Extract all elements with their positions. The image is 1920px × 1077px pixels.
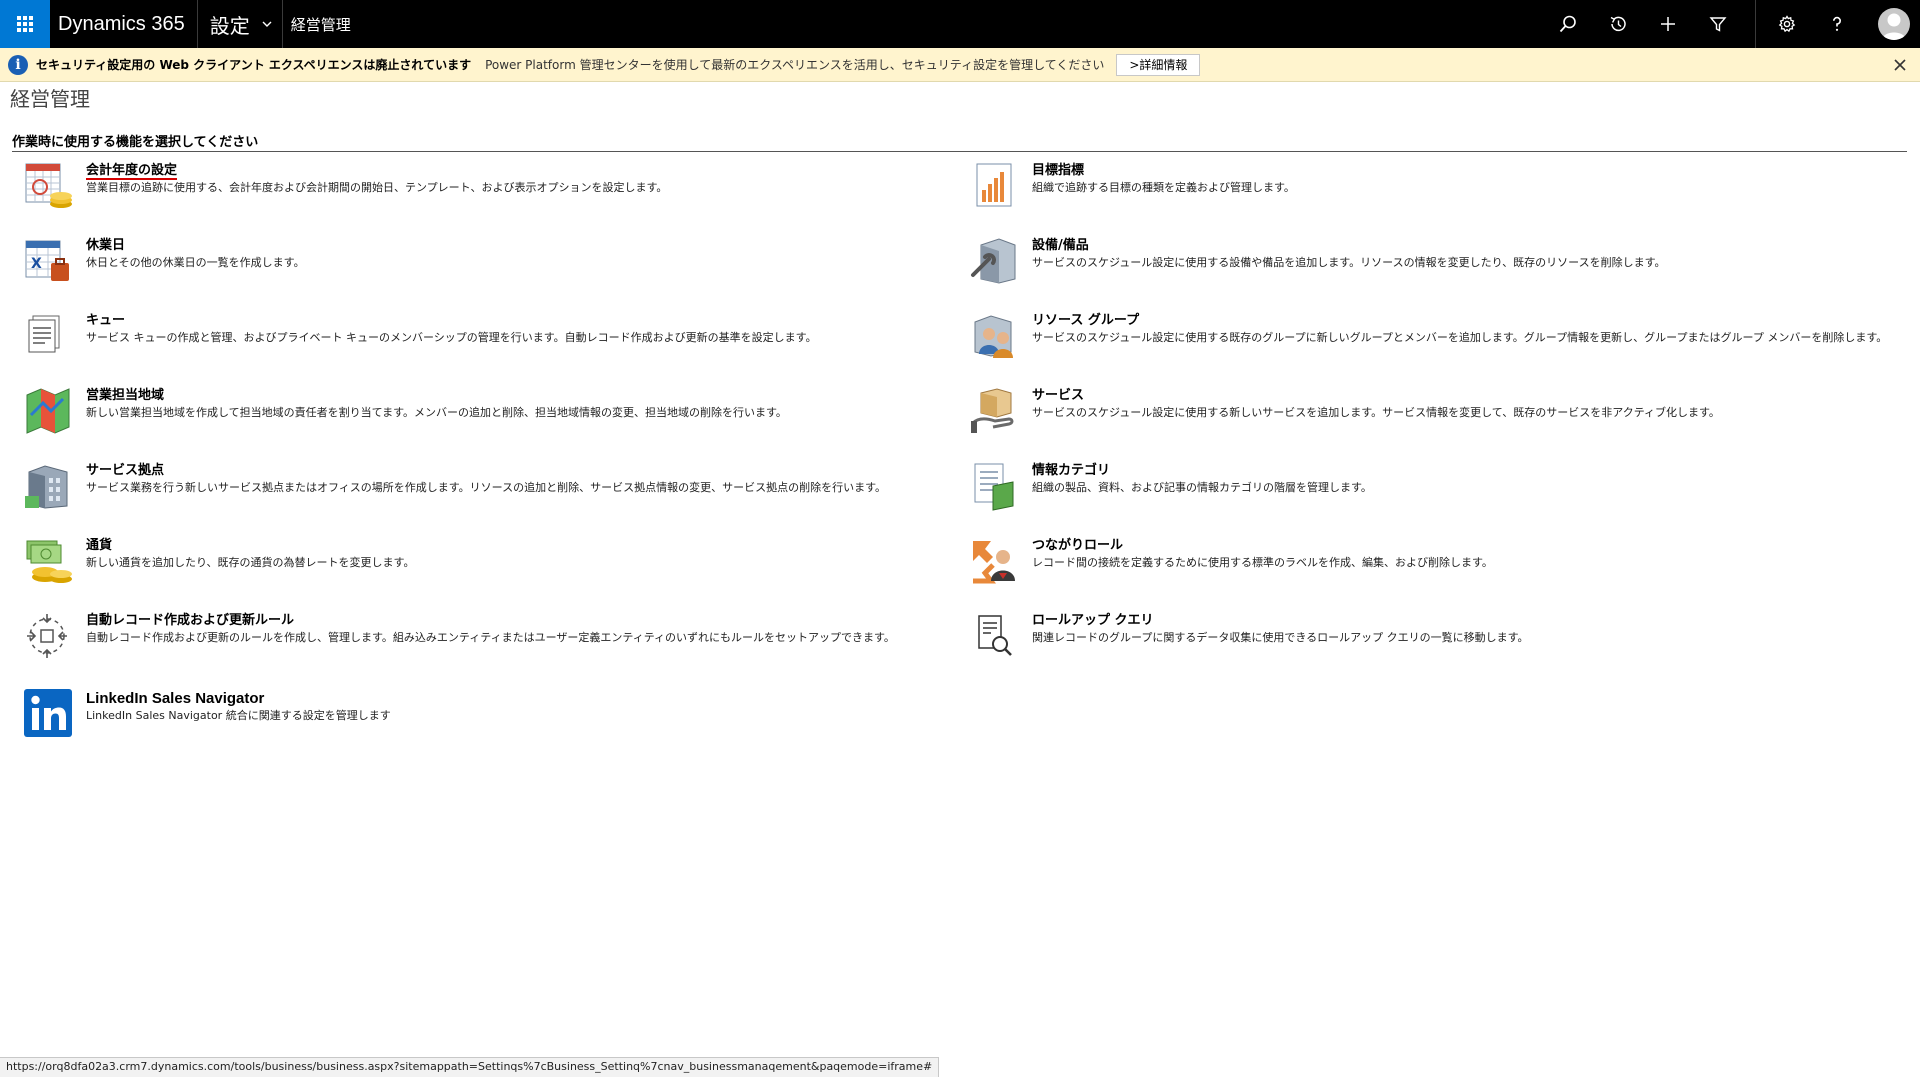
item-title[interactable]: リソース グループ: [1032, 312, 1887, 329]
area-switcher[interactable]: 設定: [196, 0, 283, 48]
notice-message: Power Platform 管理センターを使用して最新のエクスペリエンスを活用…: [485, 58, 1105, 72]
learn-more-button[interactable]: >詳細情報: [1116, 53, 1201, 76]
item-title[interactable]: LinkedIn Sales Navigator: [86, 690, 391, 707]
user-silhouette-icon: [1882, 13, 1906, 40]
item-title[interactable]: 会計年度の設定: [86, 162, 667, 179]
resource-group-icon: [974, 315, 1013, 358]
item-queues[interactable]: キュー サービス キューの作成と管理、およびプライベート キューのメンバーシップ…: [23, 310, 923, 362]
notice-title: セキュリティ設定用の Web クライアント エクスペリエンスは廃止されています: [36, 58, 472, 72]
fiscal-year-icon: [25, 163, 72, 208]
item-title[interactable]: サービス: [1032, 387, 1720, 404]
app-title[interactable]: Dynamics 365: [50, 13, 197, 36]
deprecation-notice-bar: i セキュリティ設定用の Web クライアント エクスペリエンスは廃止されていま…: [0, 48, 1920, 82]
gear-icon[interactable]: [1762, 0, 1812, 48]
item-description: サービスのスケジュール設定に使用する設備や備品を追加します。リソースの情報を変更…: [1032, 256, 1666, 269]
item-title[interactable]: ロールアップ クエリ: [1032, 612, 1529, 629]
user-avatar[interactable]: [1878, 8, 1910, 40]
item-title[interactable]: つながりロール: [1032, 537, 1493, 554]
advanced-find-filter-icon[interactable]: [1693, 0, 1743, 48]
item-holidays[interactable]: X 休業日 休日とその他の休業日の一覧を作成します。: [23, 235, 923, 287]
item-facilities-equipment[interactable]: 設備/備品 サービスのスケジュール設定に使用する設備や備品を追加します。リソース…: [969, 235, 1869, 287]
item-linkedin-sales-navigator[interactable]: LinkedIn Sales Navigator LinkedIn Sales …: [23, 688, 923, 740]
item-title[interactable]: キュー: [86, 312, 817, 329]
info-icon: i: [8, 54, 28, 75]
item-goal-metrics[interactable]: 目標指標 組織で追跡する目標の種類を定義および管理します。: [969, 160, 1869, 212]
item-description: サービス業務を行う新しいサービス拠点またはオフィスの場所を作成します。リソースの…: [86, 481, 887, 494]
item-title[interactable]: 情報カテゴリ: [1032, 462, 1372, 479]
holiday-calendar-icon: X: [25, 240, 69, 281]
item-currencies[interactable]: 通貨 新しい通貨を追加したり、既存の通貨の為替レートを変更します。: [23, 535, 923, 587]
search-icon[interactable]: [1543, 0, 1593, 48]
item-description: レコード間の接続を定義するために使用する標準のラベルを作成、編集、および削除しま…: [1032, 556, 1493, 569]
item-connection-roles[interactable]: つながりロール レコード間の接続を定義するために使用する標準のラベルを作成、編集…: [969, 535, 1869, 587]
create-plus-icon[interactable]: [1643, 0, 1693, 48]
item-resource-groups[interactable]: リソース グループ サービスのスケジュール設定に使用する既存のグループに新しいグ…: [969, 310, 1887, 362]
breadcrumb[interactable]: 経営管理: [283, 14, 351, 35]
service-icon: [971, 388, 1014, 433]
close-icon[interactable]: [1890, 55, 1910, 75]
item-description: サービスのスケジュール設定に使用する既存のグループに新しいグループとメンバーを追…: [1032, 331, 1888, 344]
svg-text:X: X: [31, 256, 42, 272]
item-title[interactable]: 休業日: [86, 237, 305, 254]
app-launcher-waffle-icon[interactable]: [0, 0, 50, 48]
item-rollup-queries[interactable]: ロールアップ クエリ 関連レコードのグループに関するデータ収集に使用できるロール…: [969, 610, 1869, 662]
item-description: 休日とその他の休業日の一覧を作成します。: [86, 256, 305, 269]
subject-icon: [974, 463, 1014, 511]
item-description: 自動レコード作成および更新のルールを作成し、管理します。組み込みエンティティまた…: [86, 631, 895, 644]
item-description: 営業目標の追跡に使用する、会計年度および会計期間の開始日、テンプレート、および表…: [86, 181, 668, 194]
queue-icon: [28, 315, 60, 353]
linkedin-icon: [24, 689, 72, 737]
recent-history-icon[interactable]: [1593, 0, 1643, 48]
item-description: 組織で追跡する目標の種類を定義および管理します。: [1032, 181, 1295, 194]
item-description: サービスのスケジュール設定に使用する新しいサービスを追加します。サービス情報を変…: [1032, 406, 1720, 419]
item-title[interactable]: 目標指標: [1032, 162, 1295, 179]
connection-role-icon: [973, 541, 1015, 584]
goal-metrics-icon: [976, 163, 1012, 207]
record-rules-icon: [27, 614, 67, 658]
divider: [1755, 0, 1756, 48]
item-description: LinkedIn Sales Navigator 統合に関連する設定を管理します: [86, 709, 391, 722]
item-title[interactable]: 通貨: [86, 537, 414, 554]
section-header: 作業時に使用する機能を選択してください: [12, 131, 1907, 152]
item-subjects[interactable]: 情報カテゴリ 組織の製品、資料、および記事の情報カテゴリの階層を管理します。: [969, 460, 1869, 512]
chevron-down-icon: [262, 21, 272, 27]
page-title: 経営管理: [10, 87, 90, 111]
item-fiscal-year[interactable]: 会計年度の設定 営業目標の追跡に使用する、会計年度および会計期間の開始日、テンプ…: [23, 160, 923, 212]
territory-map-icon: [26, 388, 70, 434]
status-bar-url: https://orq8dfa02a3.crm7.dynamics.com/to…: [0, 1057, 940, 1077]
item-title[interactable]: 営業担当地域: [86, 387, 787, 404]
facilities-icon: [971, 238, 1016, 284]
item-title[interactable]: 自動レコード作成および更新ルール: [86, 612, 895, 629]
item-sites[interactable]: サービス拠点 サービス業務を行う新しいサービス拠点またはオフィスの場所を作成しま…: [23, 460, 923, 512]
top-navigation-bar: Dynamics 365 設定 経営管理: [0, 0, 1920, 48]
item-description: 組織の製品、資料、および記事の情報カテゴリの階層を管理します。: [1032, 481, 1372, 494]
item-sales-territories[interactable]: 営業担当地域 新しい営業担当地域を作成して担当地域の責任者を割り当てます。メンバ…: [23, 385, 923, 437]
item-title[interactable]: 設備/備品: [1032, 237, 1666, 254]
item-description: 新しい営業担当地域を作成して担当地域の責任者を割り当てます。メンバーの追加と削除…: [86, 406, 787, 419]
area-label: 設定: [209, 13, 250, 38]
item-description: 関連レコードのグループに関するデータ収集に使用できるロールアップ クエリの一覧に…: [1032, 631, 1529, 644]
item-description: サービス キューの作成と管理、およびプライベート キューのメンバーシップの管理を…: [86, 331, 817, 344]
item-record-creation-rules[interactable]: 自動レコード作成および更新ルール 自動レコード作成および更新のルールを作成し、管…: [23, 610, 923, 662]
help-icon[interactable]: [1812, 0, 1862, 48]
currency-icon: [26, 540, 72, 583]
rollup-query-icon: [978, 615, 1012, 656]
item-description: 新しい通貨を追加したり、既存の通貨の為替レートを変更します。: [86, 556, 415, 569]
service-site-icon: [25, 465, 68, 509]
item-title[interactable]: サービス拠点: [86, 462, 886, 479]
item-services[interactable]: サービス サービスのスケジュール設定に使用する新しいサービスを追加します。サービ…: [969, 385, 1869, 437]
